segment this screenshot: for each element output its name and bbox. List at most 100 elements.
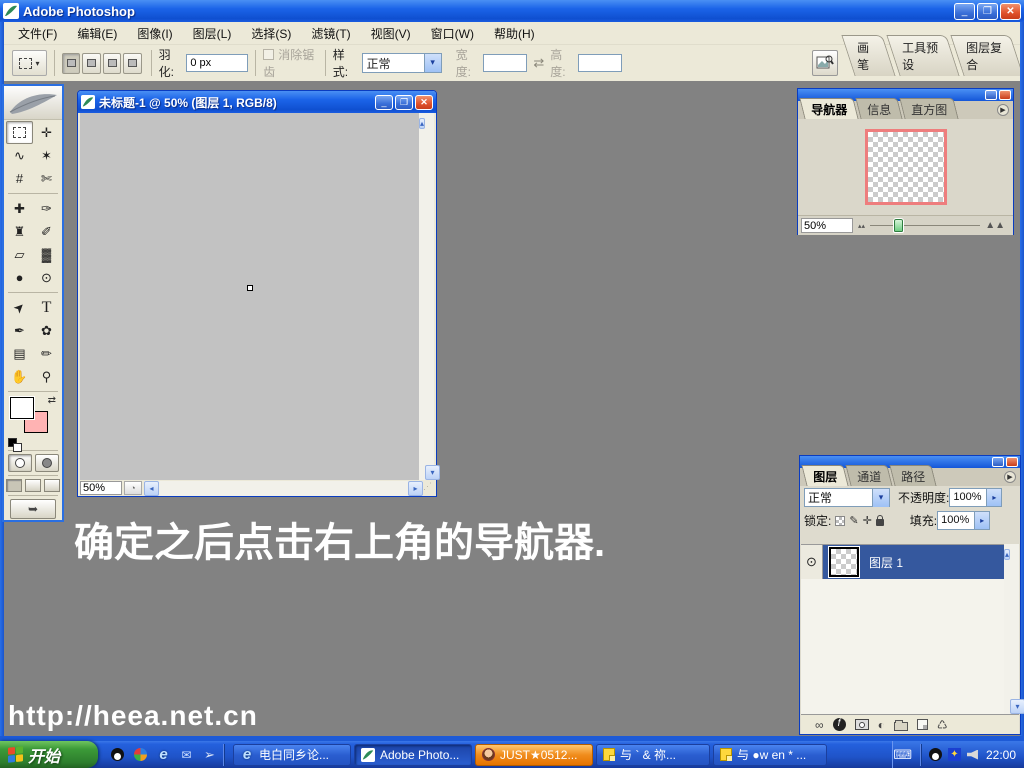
- scroll-up-icon[interactable]: ▴: [1004, 549, 1010, 560]
- new-layer-icon[interactable]: [917, 719, 928, 730]
- menu-layer[interactable]: 图层(L): [183, 22, 242, 45]
- subtract-selection-button[interactable]: [103, 53, 121, 74]
- tab-navigator[interactable]: 导航器: [799, 98, 858, 119]
- blend-mode-select[interactable]: 正常 ▾: [804, 488, 890, 507]
- link-layers-icon[interactable]: ∞: [815, 718, 824, 732]
- slider-thumb[interactable]: [894, 219, 903, 232]
- media-player-icon[interactable]: [133, 747, 148, 762]
- eraser-tool[interactable]: ▱: [6, 243, 33, 266]
- type-tool[interactable]: T: [33, 296, 60, 319]
- fill-spinner-icon[interactable]: ▸: [975, 511, 990, 530]
- tool-preset-picker[interactable]: ▾: [12, 50, 47, 76]
- clone-stamp-tool[interactable]: ♜: [6, 220, 33, 243]
- imageready-clock-icon[interactable]: ◔: [124, 481, 142, 495]
- foreground-color-swatch[interactable]: [10, 397, 34, 419]
- healing-brush-tool[interactable]: ✚: [6, 197, 33, 220]
- menu-file[interactable]: 文件(F): [8, 22, 67, 45]
- slice-tool[interactable]: ✄: [33, 167, 60, 190]
- zoom-tool[interactable]: ⚲: [33, 365, 60, 388]
- gradient-tool[interactable]: ▓: [33, 243, 60, 266]
- minimize-icon[interactable]: _: [954, 3, 975, 20]
- dodge-tool[interactable]: ⊙: [33, 266, 60, 289]
- panel-close-icon[interactable]: [999, 90, 1011, 100]
- opacity-spinner-icon[interactable]: ▸: [987, 488, 1002, 507]
- scroll-left-icon[interactable]: ◂: [144, 481, 159, 496]
- lock-all-icon[interactable]: [876, 519, 884, 526]
- tab-channels[interactable]: 通道: [845, 465, 892, 486]
- tab-info[interactable]: 信息: [855, 98, 902, 119]
- horizontal-scrollbar[interactable]: ◂ ▸: [144, 481, 423, 496]
- new-selection-button[interactable]: [62, 53, 80, 74]
- height-input[interactable]: [578, 54, 622, 72]
- vertical-scrollbar[interactable]: ▴ ▾: [419, 113, 434, 480]
- pen-tool[interactable]: ✒: [6, 319, 33, 342]
- task-qq-chat-2[interactable]: 与 ` & 祢...: [596, 744, 710, 766]
- intersect-selection-button[interactable]: [123, 53, 141, 74]
- navigator-zoom-field[interactable]: [801, 218, 853, 233]
- close-icon[interactable]: ✕: [1000, 3, 1021, 20]
- task-ie-forum[interactable]: e 电白同乡论...: [233, 744, 351, 766]
- panel-menu-icon[interactable]: ▶: [1004, 471, 1016, 483]
- scroll-down-icon[interactable]: ▾: [425, 465, 440, 480]
- task-qq-chat-1[interactable]: JUST★0512...: [475, 744, 593, 766]
- menu-select[interactable]: 选择(S): [241, 22, 301, 45]
- navigator-zoom-slider[interactable]: [870, 219, 980, 232]
- keyboard-input-icon[interactable]: ⌨: [893, 747, 912, 763]
- feather-swoosh-icon[interactable]: ➢: [202, 747, 217, 762]
- fullscreen-with-menu-button[interactable]: [25, 479, 41, 492]
- layer-name[interactable]: 图层 1: [869, 554, 903, 571]
- feather-input[interactable]: [186, 54, 248, 72]
- mail-icon[interactable]: ✉: [179, 747, 194, 762]
- style-select[interactable]: 正常 ▾: [362, 53, 442, 73]
- chevron-down-icon[interactable]: ▾: [872, 489, 889, 507]
- magic-wand-tool[interactable]: ✶: [33, 144, 60, 167]
- blur-tool[interactable]: ●: [6, 266, 33, 289]
- hand-tool[interactable]: ✋: [6, 365, 33, 388]
- layer-visibility-eye-icon[interactable]: ⊙: [801, 545, 823, 579]
- tab-layer-comps[interactable]: 图层复合: [950, 35, 1023, 76]
- custom-shape-tool[interactable]: ✿: [33, 319, 60, 342]
- add-selection-button[interactable]: [82, 53, 100, 74]
- eyedropper-tool[interactable]: ✏: [33, 342, 60, 365]
- task-photoshop[interactable]: Adobe Photo...: [354, 744, 472, 766]
- tab-histogram[interactable]: 直方图: [899, 98, 958, 119]
- lock-paint-icon[interactable]: ✎: [849, 514, 858, 527]
- fullscreen-mode-button[interactable]: [44, 479, 60, 492]
- zoom-in-icon[interactable]: ▲▲: [985, 220, 1005, 231]
- menu-filter[interactable]: 滤镜(T): [301, 22, 360, 45]
- menu-edit[interactable]: 编辑(E): [67, 22, 127, 45]
- photoshop-feather-logo[interactable]: [4, 86, 62, 120]
- rectangular-marquee-tool[interactable]: [6, 121, 33, 144]
- zoom-out-icon[interactable]: ▴▴: [858, 222, 865, 230]
- layers-scrollbar[interactable]: ▴ ▾: [1004, 544, 1019, 714]
- panel-close-icon[interactable]: [1006, 457, 1018, 467]
- volume-icon[interactable]: [967, 750, 978, 760]
- layer-style-icon[interactable]: f: [833, 718, 846, 731]
- panel-minimize-icon[interactable]: [985, 90, 997, 100]
- qq-service-tray-icon[interactable]: ✦: [948, 748, 961, 761]
- resize-grip-icon[interactable]: ⋰: [423, 481, 436, 496]
- canvas[interactable]: [80, 113, 421, 480]
- layer-row-selected[interactable]: ⊙ 图层 1: [801, 545, 1006, 579]
- notes-tool[interactable]: ▤: [6, 342, 33, 365]
- ie-icon[interactable]: e: [156, 747, 171, 762]
- panel-minimize-icon[interactable]: [992, 457, 1004, 467]
- lasso-tool[interactable]: ∿: [6, 144, 33, 167]
- tab-layers[interactable]: 图层: [801, 465, 848, 486]
- document-zoom-field[interactable]: [80, 481, 122, 495]
- menu-window[interactable]: 窗口(W): [421, 22, 484, 45]
- doc-maximize-icon[interactable]: ❐: [395, 95, 413, 110]
- swap-colors-icon[interactable]: ⇄: [48, 395, 56, 406]
- qq-tray-icon[interactable]: [929, 748, 942, 761]
- fill-value[interactable]: 100%: [937, 511, 975, 530]
- navigator-proxy-view[interactable]: [865, 129, 947, 205]
- menu-image[interactable]: 图像(I): [127, 22, 182, 45]
- standard-mode-button[interactable]: [8, 454, 32, 472]
- add-mask-icon[interactable]: [855, 719, 869, 730]
- menu-view[interactable]: 视图(V): [361, 22, 421, 45]
- lock-position-icon[interactable]: ✛: [863, 514, 872, 527]
- task-qq-chat-3[interactable]: 与 ●w en * ...: [713, 744, 827, 766]
- brush-tool[interactable]: ✑: [33, 197, 60, 220]
- lock-transparency-icon[interactable]: [835, 516, 845, 526]
- quick-mask-mode-button[interactable]: [35, 454, 59, 472]
